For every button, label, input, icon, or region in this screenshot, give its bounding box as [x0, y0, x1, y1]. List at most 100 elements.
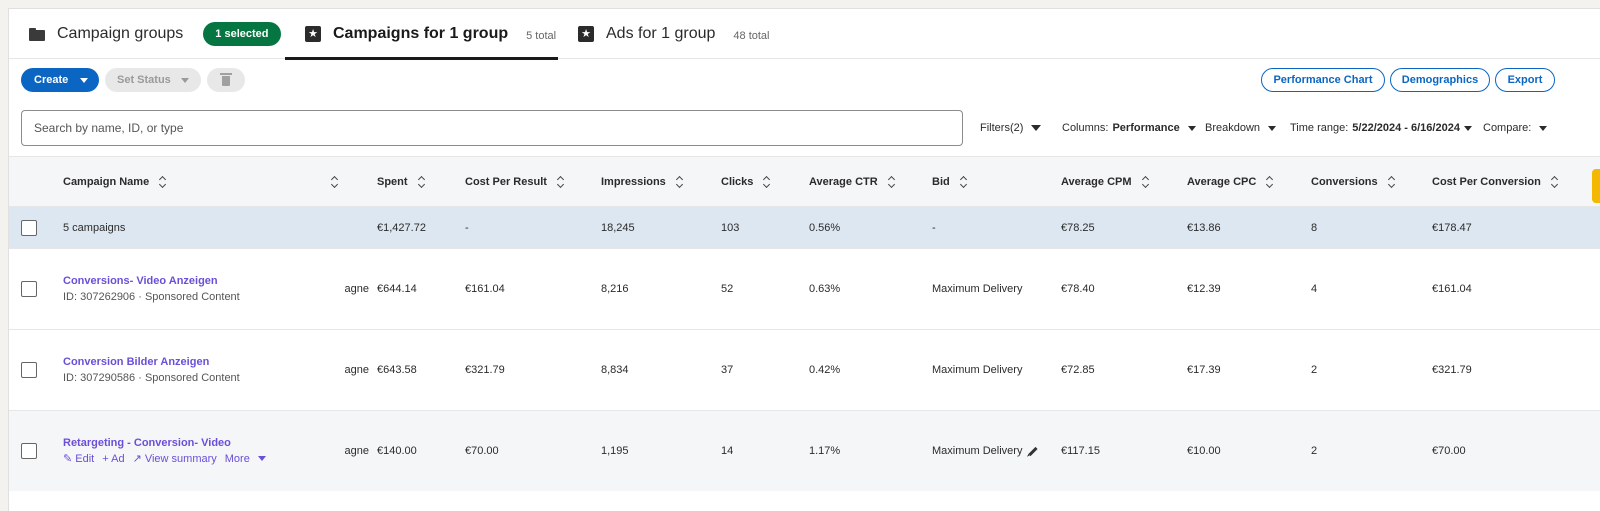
sort-icon — [1266, 176, 1274, 188]
campaign-link[interactable]: Conversions- Video Anzeigen — [63, 275, 240, 287]
time-range-value: 5/22/2024 - 6/16/2024 — [1352, 122, 1460, 134]
add-ad-link[interactable]: + Ad — [102, 453, 124, 465]
create-button-label: Create — [34, 74, 69, 86]
sort-icon — [331, 176, 339, 188]
time-range-dropdown[interactable]: Time range: 5/22/2024 - 6/16/2024 — [1290, 122, 1472, 134]
compare-dropdown[interactable]: Compare: — [1483, 122, 1548, 134]
more-menu[interactable]: More — [225, 453, 250, 465]
average-cpm-cell: €78.40 — [1061, 283, 1095, 295]
compare-label: Compare: — [1483, 122, 1532, 134]
average-cpc-cell: €12.39 — [1187, 283, 1221, 295]
impressions-cell: 1,195 — [601, 445, 629, 457]
sort-icon — [1142, 176, 1150, 188]
header-label: Average CPC — [1187, 176, 1257, 188]
summary-average-ctr: 0.56% — [809, 221, 841, 234]
time-range-label: Time range: — [1290, 122, 1349, 134]
breakdown-dropdown[interactable]: Breakdown — [1205, 122, 1277, 134]
campaign-name-cell: Retargeting - Conversion- Video ✎ Edit +… — [63, 411, 274, 491]
column-header-average-cpc[interactable]: Average CPC — [1187, 157, 1274, 207]
folder-icon — [29, 26, 45, 42]
summary-cost-per-result: - — [465, 221, 469, 234]
campaign-meta: ID: 307290586 · Sponsored Content — [63, 372, 240, 384]
header-label: Clicks — [721, 176, 754, 188]
clicks-cell: 14 — [721, 445, 734, 457]
campaign-name-cell: Conversion Bilder Anzeigen ID: 307290586… — [63, 330, 240, 410]
column-header-conversions[interactable]: Conversions — [1311, 157, 1396, 207]
trash-icon — [220, 73, 232, 86]
cost-per-result-cell: €161.04 — [465, 283, 505, 295]
header-label: Spent — [377, 176, 408, 188]
conversions-cell: 4 — [1311, 283, 1318, 295]
sort-icon — [763, 176, 771, 188]
clicks-cell: 52 — [721, 283, 734, 295]
tab-ads[interactable]: ★ Ads for 1 group 48 total — [578, 9, 770, 59]
row-actions: ✎ Edit + Ad ↗ View summary More — [63, 452, 274, 465]
sort-icon — [960, 176, 968, 188]
edit-link[interactable]: ✎ Edit — [63, 452, 94, 465]
summary-average-cpm: €78.25 — [1061, 221, 1095, 234]
create-button[interactable]: Create — [21, 68, 99, 92]
demographics-button[interactable]: Demographics — [1390, 68, 1490, 92]
summary-bid: - — [932, 221, 936, 234]
column-header-cost-per-result[interactable]: Cost Per Result — [465, 157, 565, 207]
tab-label: Campaigns for 1 group — [333, 25, 509, 42]
column-header-clicks[interactable]: Clicks — [721, 157, 771, 207]
average-cpm-cell: €72.85 — [1061, 364, 1095, 376]
summary-average-cpc: €13.86 — [1187, 221, 1221, 234]
average-ctr-cell: 0.42% — [809, 364, 841, 376]
selected-badge: 1 selected — [203, 22, 281, 46]
filters-dropdown[interactable]: Filters(2) — [980, 122, 1042, 134]
chevron-down-icon — [1539, 125, 1548, 131]
search-input[interactable] — [21, 110, 963, 146]
view-summary-link[interactable]: ↗ View summary — [133, 452, 217, 465]
columns-dropdown[interactable]: Columns: Performance — [1062, 122, 1196, 134]
column-header-average-ctr[interactable]: Average CTR — [809, 157, 896, 207]
pencil-icon[interactable] — [1028, 446, 1039, 456]
bid-value: Maximum Delivery — [932, 445, 1023, 457]
column-header-name[interactable]: Campaign Name — [63, 157, 167, 207]
set-status-label: Set Status — [117, 74, 171, 86]
tab-bar: Campaign groups 1 selected ★ Campaigns f… — [9, 9, 1600, 60]
summary-conversions: 8 — [1311, 221, 1318, 234]
sort-icon — [159, 176, 167, 188]
cost-per-conversion-cell: €161.04 — [1432, 283, 1472, 295]
star-icon: ★ — [578, 26, 594, 42]
column-header-cost-per-conversion[interactable]: Cost Per Conversion — [1432, 157, 1559, 207]
conversions-cell: 2 — [1311, 364, 1318, 376]
column-header-impressions[interactable]: Impressions — [601, 157, 684, 207]
table-header: Campaign Name Spent Cost Per Result Impr… — [9, 156, 1600, 206]
summary-clicks: 103 — [721, 221, 740, 234]
bid-cell: Maximum Delivery — [932, 364, 1023, 376]
scrollbar-handle[interactable] — [1592, 169, 1600, 203]
chevron-down-icon — [1463, 125, 1472, 131]
set-status-button[interactable]: Set Status — [105, 68, 201, 92]
sort-icon — [418, 176, 426, 188]
summary-cost-per-conversion: €178.47 — [1432, 221, 1472, 234]
campaign-link[interactable]: Conversion Bilder Anzeigen — [63, 356, 240, 368]
performance-chart-button[interactable]: Performance Chart — [1261, 68, 1385, 92]
export-button[interactable]: Export — [1495, 68, 1555, 92]
chevron-down-icon — [1031, 125, 1042, 131]
chevron-down-icon[interactable] — [257, 456, 266, 461]
select-all-checkbox[interactable] — [21, 219, 37, 236]
average-ctr-cell: 0.63% — [809, 283, 841, 295]
header-label: Conversions — [1311, 176, 1378, 188]
cost-per-conversion-cell: €321.79 — [1432, 364, 1472, 376]
objective-cell: agne — [344, 364, 369, 376]
delete-button[interactable] — [207, 68, 245, 92]
tab-campaign-groups[interactable]: Campaign groups 1 selected — [29, 9, 281, 59]
summary-impressions: 18,245 — [601, 221, 635, 234]
cost-per-result-cell: €70.00 — [465, 445, 499, 457]
row-checkbox[interactable] — [21, 443, 37, 459]
column-header-average-cpm[interactable]: Average CPM — [1061, 157, 1150, 207]
tab-campaigns[interactable]: ★ Campaigns for 1 group 5 total — [285, 9, 558, 60]
campaign-link[interactable]: Retargeting - Conversion- Video — [63, 437, 274, 449]
column-header-bid[interactable]: Bid — [932, 157, 968, 207]
sort-icon — [1551, 176, 1559, 188]
column-header-spent[interactable]: Spent — [377, 157, 426, 207]
campaign-manager-panel: Campaign groups 1 selected ★ Campaigns f… — [8, 8, 1600, 511]
column-header-objective[interactable] — [331, 157, 339, 207]
row-checkbox[interactable] — [21, 362, 37, 378]
row-checkbox[interactable] — [21, 281, 37, 297]
impressions-cell: 8,216 — [601, 283, 629, 295]
